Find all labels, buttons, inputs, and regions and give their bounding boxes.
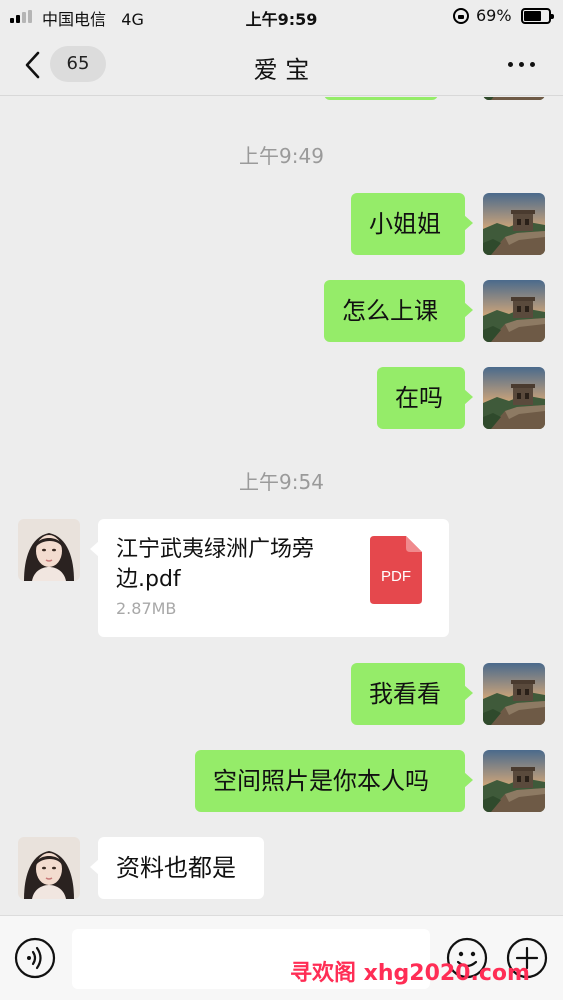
message-bubble-incoming[interactable]: 资料也都是 — [90, 837, 264, 899]
battery-percent: 69% — [476, 6, 512, 25]
chat-messages[interactable]: 上午9:49 小姐姐 怎么上课 在吗 上午9:54 江宁武夷绿洲广场旁边.pdf… — [0, 97, 563, 915]
timestamp: 上午9:49 — [239, 144, 324, 168]
message-bubble-outgoing[interactable]: 怎么上课 — [324, 280, 473, 342]
my-avatar[interactable] — [483, 97, 545, 100]
voice-icon[interactable] — [14, 937, 56, 979]
pdf-file-icon: PDF — [370, 536, 422, 604]
my-avatar[interactable] — [483, 367, 545, 429]
watermark: 寻欢阁 xhg2020.com — [290, 961, 530, 986]
contact-avatar[interactable] — [18, 837, 80, 899]
my-avatar[interactable] — [483, 663, 545, 725]
message-bubble-outgoing[interactable]: 在吗 — [377, 367, 473, 429]
more-dots-icon — [508, 62, 513, 67]
battery-fill — [524, 11, 541, 21]
message-bubble-outgoing[interactable]: 小姐姐 — [351, 193, 473, 255]
file-message-card[interactable]: 江宁武夷绿洲广场旁边.pdf 2.87MB PDF — [90, 519, 449, 637]
timestamp: 上午9:54 — [239, 470, 324, 494]
contact-avatar[interactable] — [18, 519, 80, 581]
more-button[interactable] — [500, 48, 544, 80]
file-name: 江宁武夷绿洲广场旁边.pdf — [116, 537, 315, 592]
battery-icon — [521, 8, 554, 24]
chat-title: 爱 宝 — [253, 56, 310, 84]
status-bar: 中国电信 4G 上午9:59 69% — [0, 0, 563, 32]
my-avatar[interactable] — [483, 193, 545, 255]
message-bubble-outgoing-partial[interactable] — [324, 97, 438, 100]
file-size: 2.87MB — [116, 599, 177, 618]
message-bubble-outgoing[interactable]: 我看看 — [351, 663, 473, 725]
my-avatar[interactable] — [483, 280, 545, 342]
pdf-label: PDF — [381, 568, 411, 585]
rotation-lock-icon — [453, 8, 469, 24]
my-avatar[interactable] — [483, 750, 545, 812]
chat-header: 65 爱 宝 — [0, 32, 563, 96]
message-bubble-outgoing[interactable]: 空间照片是你本人吗 — [195, 750, 473, 812]
